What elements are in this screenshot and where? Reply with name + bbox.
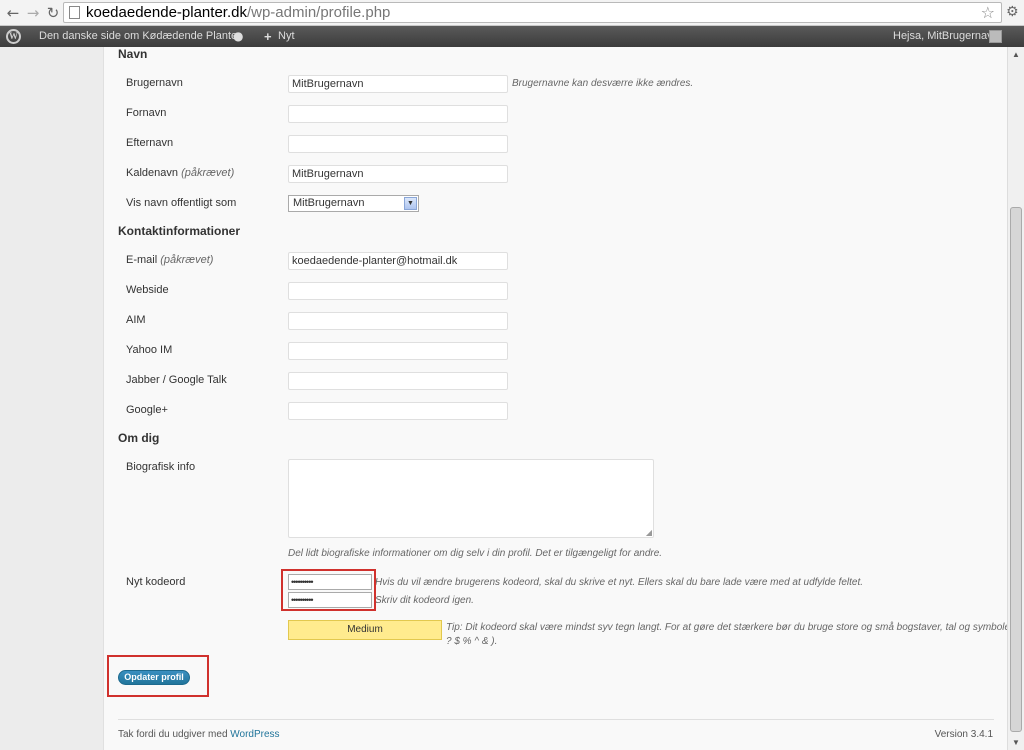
bio-description: Del lidt biografiske informationer om di… <box>288 548 663 559</box>
wordpress-link[interactable]: WordPress <box>230 729 279 740</box>
wordpress-logo-icon[interactable]: W <box>6 29 21 44</box>
password-hint-line-2: ? $ % ^ & ). <box>446 636 498 647</box>
username-label: Brugernavn <box>126 77 183 89</box>
forward-arrow-icon[interactable]: → <box>24 4 42 22</box>
required-note: (påkrævet) <box>181 167 235 179</box>
aim-label: AIM <box>126 314 146 326</box>
footer-credit: Tak fordi du udgiver med WordPress <box>118 729 280 740</box>
version-text: Version 3.4.1 <box>934 729 993 740</box>
nickname-input[interactable]: MitBrugernavn <box>288 165 508 183</box>
url-text: koedaedende-planter.dk/wp-admin/profile.… <box>86 4 391 21</box>
display-name-value: MitBrugernavn <box>293 197 365 209</box>
footer-divider <box>118 719 994 720</box>
google-plus-label: Google+ <box>126 404 168 416</box>
reload-icon[interactable]: ↻ <box>44 4 62 22</box>
website-input[interactable] <box>288 282 508 300</box>
firstname-input[interactable] <box>288 105 508 123</box>
section-title-about: Om dig <box>118 431 160 445</box>
section-title-name: Navn <box>118 47 148 61</box>
password-description: Hvis du vil ændre brugerens kodeord, ska… <box>375 577 864 588</box>
new-content-link[interactable]: Nyt <box>278 26 295 47</box>
required-note: (påkrævet) <box>160 254 214 266</box>
plus-icon: + <box>264 29 272 44</box>
email-field[interactable]: koedaedende-planter@hotmail.dk <box>288 252 508 270</box>
nickname-label: Kaldenavn (påkrævet) <box>126 167 235 179</box>
scroll-down-icon[interactable]: ▼ <box>1012 738 1020 747</box>
chevron-down-icon[interactable]: ▼ <box>404 197 417 210</box>
site-name-link[interactable]: Den danske side om Kødædende Planter <box>39 26 241 47</box>
yahoo-input[interactable] <box>288 342 508 360</box>
password-hint-line-1: Tip: Dit kodeord skal være mindst syv te… <box>446 622 1024 633</box>
username-description: Brugernavne kan desværre ikke ændres. <box>512 78 694 89</box>
password-confirm-description: Skriv dit kodeord igen. <box>375 595 474 606</box>
password-highlight-box <box>281 569 376 611</box>
resize-handle-icon[interactable]: ◢ <box>646 528 652 537</box>
lastname-input[interactable] <box>288 135 508 153</box>
jabber-label: Jabber / Google Talk <box>126 374 227 386</box>
website-label: Webside <box>126 284 169 296</box>
comments-icon[interactable]: ● <box>233 26 243 47</box>
yahoo-label: Yahoo IM <box>126 344 173 356</box>
display-name-select[interactable]: MitBrugernavn ▼ <box>288 195 419 212</box>
account-greeting[interactable]: Hejsa, MitBrugernavn <box>893 26 999 47</box>
browser-toolbar: ← → ↻ koedaedende-planter.dk/wp-admin/pr… <box>0 0 1024 26</box>
email-label: E-mail (påkrævet) <box>126 254 214 266</box>
admin-bar: W Den danske side om Kødædende Planter ●… <box>0 26 1024 47</box>
bio-textarea[interactable]: ◢ <box>288 459 654 538</box>
update-profile-button[interactable]: Opdater profil <box>118 670 190 685</box>
wrench-icon[interactable]: ⚙ <box>1006 4 1019 20</box>
scrollbar-thumb[interactable] <box>1010 207 1022 732</box>
aim-input[interactable] <box>288 312 508 330</box>
scroll-up-icon[interactable]: ▲ <box>1012 50 1020 59</box>
google-plus-input[interactable] <box>288 402 508 420</box>
back-arrow-icon[interactable]: ← <box>4 4 22 22</box>
firstname-label: Fornavn <box>126 107 167 119</box>
jabber-input[interactable] <box>288 372 508 390</box>
avatar[interactable] <box>989 30 1002 43</box>
password-label: Nyt kodeord <box>126 576 186 588</box>
address-bar[interactable]: koedaedende-planter.dk/wp-admin/profile.… <box>63 2 1002 23</box>
bio-label: Biografisk info <box>126 461 196 473</box>
page-icon <box>69 6 80 19</box>
bookmark-star-icon[interactable]: ☆ <box>981 3 995 22</box>
password-strength-indicator: Medium <box>288 620 442 640</box>
scrollbar[interactable]: ▲ ▼ <box>1007 47 1024 750</box>
display-name-label: Vis navn offentligt som <box>126 197 237 209</box>
profile-page: Navn Brugernavn MitBrugernavn Brugernavn… <box>103 47 1024 750</box>
lastname-label: Efternavn <box>126 137 174 149</box>
username-input[interactable]: MitBrugernavn <box>288 75 508 93</box>
section-title-contact: Kontaktinformationer <box>118 224 241 238</box>
